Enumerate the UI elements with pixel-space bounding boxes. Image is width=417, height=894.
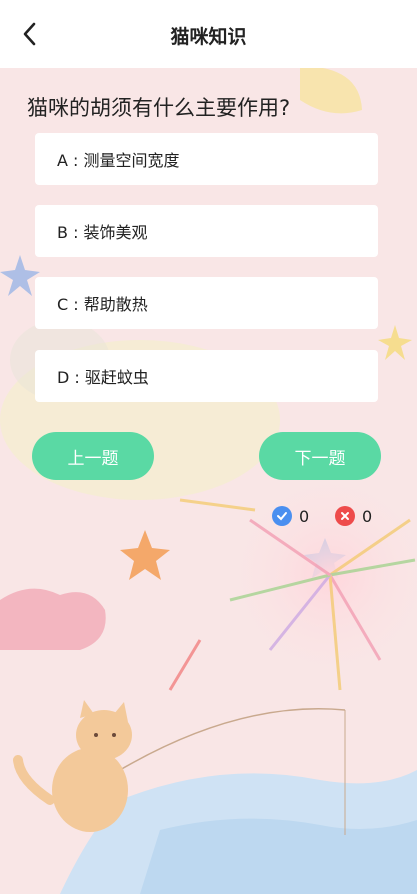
wrong-score: 0	[335, 506, 372, 526]
app-header: 猫咪知识	[0, 0, 417, 68]
option-d[interactable]: D : 驱赶蚊虫	[35, 350, 378, 402]
prev-question-button[interactable]: 上一题	[32, 432, 154, 480]
option-b[interactable]: B : 装饰美观	[35, 205, 378, 257]
x-circle-icon	[335, 506, 355, 526]
correct-score: 0	[272, 506, 309, 526]
wrong-count: 0	[362, 506, 373, 526]
option-c[interactable]: C : 帮助散热	[35, 277, 378, 329]
next-question-button[interactable]: 下一题	[259, 432, 381, 480]
option-a[interactable]: A : 测量空间宽度	[35, 133, 378, 185]
question-text: 猫咪的胡须有什么主要作用?	[27, 96, 291, 120]
page-title: 猫咪知识	[170, 26, 247, 48]
correct-count: 0	[299, 506, 310, 526]
check-circle-icon	[272, 506, 292, 526]
